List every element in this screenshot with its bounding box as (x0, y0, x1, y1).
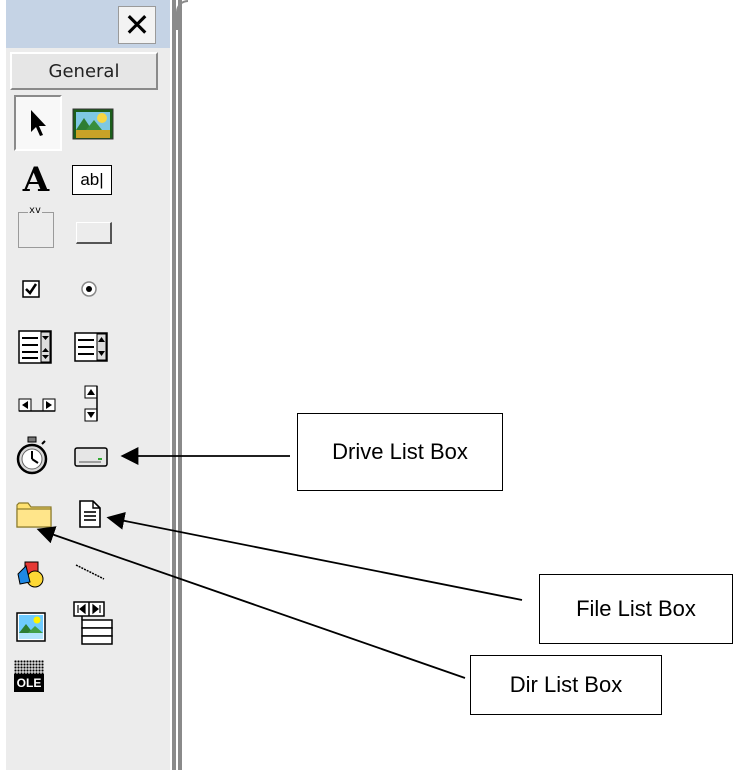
file-arrow (106, 511, 523, 601)
file-list-box-callout: File List Box (539, 574, 733, 644)
dir-arrow (36, 526, 466, 679)
dir-list-box-callout: Dir List Box (470, 655, 662, 715)
drive-list-box-callout: Drive List Box (297, 413, 503, 491)
